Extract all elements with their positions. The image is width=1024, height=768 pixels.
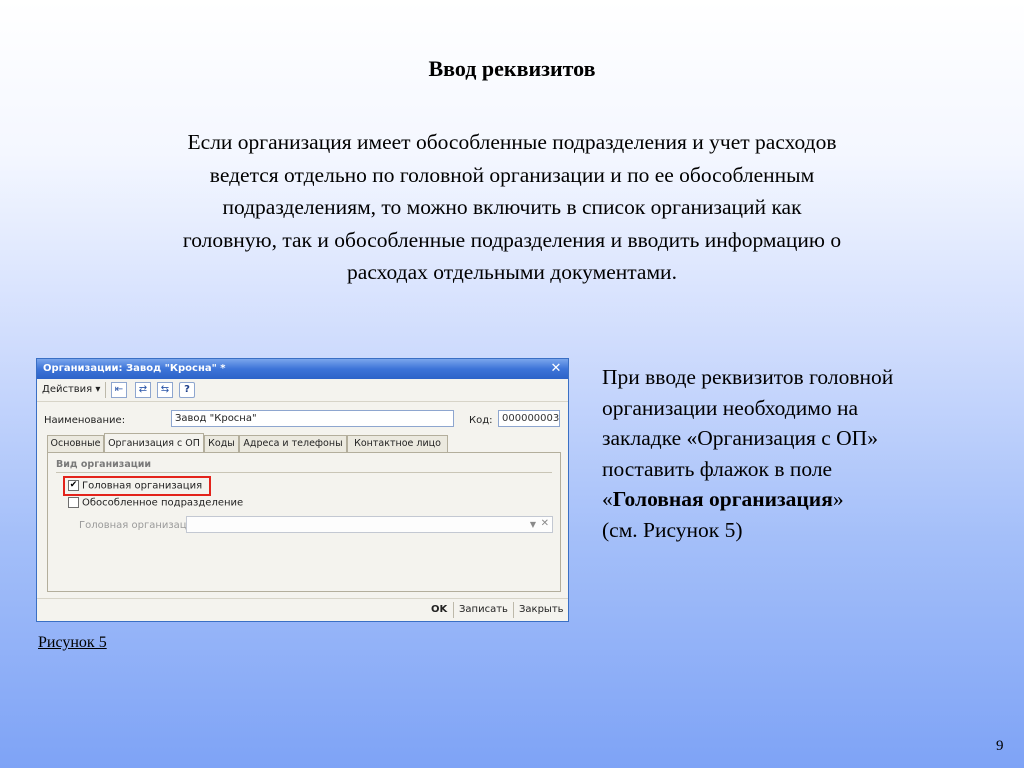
structure-icon[interactable]: ⇆	[157, 382, 173, 398]
close-icon[interactable]: ✕	[548, 359, 564, 379]
intro-line: расходах отдельными документами.	[347, 260, 677, 284]
head-org-field-label: Головная организация:	[79, 520, 203, 531]
tab-addresses[interactable]: Адреса и телефоны	[239, 435, 347, 452]
close-button[interactable]: Закрыть	[519, 604, 564, 616]
group-title: Вид организации	[56, 459, 152, 470]
side-line: «Головная организация»	[602, 484, 1002, 515]
figure-caption: Рисунок 5	[38, 634, 107, 651]
name-input[interactable]: Завод "Кросна"	[171, 410, 454, 427]
side-line: (см. Рисунок 5)	[602, 517, 743, 542]
window-statusbar: OK Записать Закрыть	[37, 598, 568, 621]
help-icon[interactable]: ?	[179, 382, 195, 398]
separate-division-checkbox-row[interactable]: Обособленное подразделение	[68, 497, 243, 510]
code-input[interactable]: 000000003	[498, 410, 560, 427]
go-to-list-icon[interactable]: ⇤	[111, 382, 127, 398]
group-separator	[56, 472, 552, 473]
toolbar: Действия ▾ ⇤ ⇄ ⇆ ?	[37, 379, 568, 402]
intro-paragraph: Если организация имеет обособленные подр…	[100, 126, 924, 289]
window-titlebar[interactable]: Организации: Завод "Кросна" * ✕	[37, 359, 568, 379]
window-1c: Организации: Завод "Кросна" * ✕ Действия…	[36, 358, 569, 622]
tab-codes[interactable]: Коды	[204, 435, 239, 452]
page-number: 9	[996, 738, 1004, 754]
refresh-icon[interactable]: ⇄	[135, 382, 151, 398]
intro-line: ведется отдельно по головной организации…	[209, 162, 815, 187]
code-label: Код:	[469, 415, 493, 426]
tab-contact-person[interactable]: Контактное лицо	[347, 435, 448, 452]
name-label: Наименование:	[44, 415, 126, 426]
checkbox-icon[interactable]	[68, 497, 79, 508]
window-title: Организации: Завод "Кросна" *	[43, 363, 226, 374]
intro-line: подразделениям, то можно включить в спис…	[222, 195, 802, 219]
side-line: поставить флажок в поле	[602, 456, 833, 481]
tab-organization-with-op[interactable]: Организация с ОП	[104, 433, 204, 452]
clear-icon[interactable]: ✕	[541, 518, 549, 529]
dropdown-arrow-icon[interactable]: ▼	[530, 520, 536, 529]
quote-open: «	[602, 487, 613, 511]
toolbar-separator	[105, 382, 106, 398]
head-org-highlight	[63, 476, 211, 496]
save-button[interactable]: Записать	[459, 604, 508, 616]
slide-title: Ввод реквизитов	[428, 56, 596, 81]
intro-line: Если организация имеет обособленные подр…	[187, 130, 837, 154]
side-line: закладке «Организация с ОП»	[602, 426, 878, 450]
side-line: При вводе реквизитов головной	[602, 365, 894, 389]
side-bold-field-name: Головная организация	[612, 487, 833, 511]
separate-division-checkbox-label: Обособленное подразделение	[82, 497, 244, 509]
tab-panel: Вид организации ✔ Головная организация Об…	[47, 452, 561, 592]
side-instructions: При вводе реквизитов головной организаци…	[602, 362, 1002, 545]
ok-button[interactable]: OK	[431, 604, 447, 616]
statusbar-separator	[513, 602, 514, 618]
statusbar-separator	[453, 602, 454, 618]
head-org-field-input[interactable]: ▼ ✕	[186, 516, 553, 533]
actions-menu-button[interactable]: Действия ▾	[42, 383, 100, 397]
side-line: организации необходимо на	[602, 395, 859, 420]
tab-main[interactable]: Основные	[47, 435, 104, 452]
intro-line: головную, так и обособленные подразделен…	[182, 227, 842, 252]
quote-close: »	[832, 487, 844, 511]
